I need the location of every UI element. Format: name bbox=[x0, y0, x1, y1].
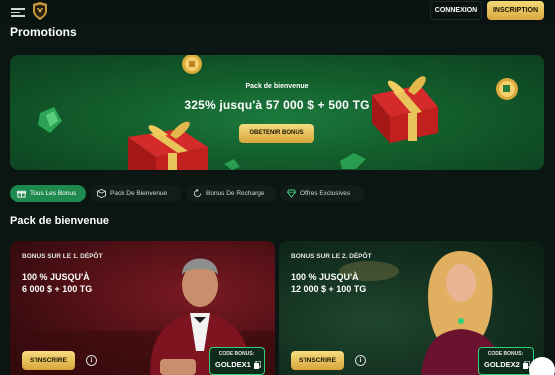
get-bonus-button[interactable]: OBETENIR BONUS bbox=[239, 124, 314, 143]
bonus-code-value: GOLDEX2 bbox=[484, 360, 520, 369]
package-icon bbox=[97, 189, 106, 198]
section-title: Pack de bienvenue bbox=[10, 215, 110, 227]
card-subtitle: BONUS SUR LE 1. DÉPÔT bbox=[22, 253, 103, 260]
bonus-code-box[interactable]: CODE BONUS: GOLDEX2 bbox=[478, 347, 534, 375]
tab-label: Offres Exclusives bbox=[300, 190, 351, 197]
login-button[interactable]: CONNEXION bbox=[430, 1, 482, 20]
info-icon[interactable]: i bbox=[355, 355, 366, 366]
info-icon[interactable]: i bbox=[86, 355, 97, 366]
signup-button[interactable]: S'INSCRIRE bbox=[22, 351, 75, 370]
top-bar: CONNEXION INSCRIPTION bbox=[0, 0, 555, 24]
tab-label: Pack De Bienvenue bbox=[110, 190, 168, 197]
bonus-code-label: CODE BONUS: bbox=[487, 351, 524, 357]
card-title-line1: 100 % JUSQU'À bbox=[22, 272, 90, 282]
card-title-line2: 6 000 $ + 100 TG bbox=[22, 284, 93, 294]
hero-title: 325% jusqu'à 57 000 $ + 500 TG bbox=[184, 98, 370, 112]
signup-button[interactable]: INSCRIPTION bbox=[487, 1, 544, 20]
page-title: Promotions bbox=[10, 25, 77, 39]
logo-icon[interactable] bbox=[32, 2, 48, 20]
gift-icon bbox=[128, 121, 208, 170]
card-title-line1: 100 % JUSQU'À bbox=[291, 272, 359, 282]
copy-icon[interactable] bbox=[254, 361, 261, 369]
bonus-code-label: CODE BONUS: bbox=[218, 351, 255, 357]
card-subtitle: BONUS SUR LE 2. DÉPÔT bbox=[291, 253, 372, 260]
bonus-card-deposit-1: BONUS SUR LE 1. DÉPÔT 100 % JUSQU'À 6 00… bbox=[10, 241, 275, 375]
bonus-code-box[interactable]: CODE BONUS: GOLDEX1 bbox=[209, 347, 265, 375]
hero-banner: Pack de bienvenue 325% jusqu'à 57 000 $ … bbox=[10, 55, 544, 170]
tab-label: Bonus De Recharge bbox=[206, 190, 265, 197]
gift-icon bbox=[17, 190, 26, 198]
hero-decoration bbox=[38, 55, 518, 170]
bonus-code-value: GOLDEX1 bbox=[215, 360, 251, 369]
tab-welcome-pack[interactable]: Pack De Bienvenue bbox=[90, 185, 182, 202]
card-title-line2: 12 000 $ + 100 TG bbox=[291, 284, 367, 294]
tab-label: Tous Les Bonus bbox=[30, 190, 77, 197]
hero-subtitle: Pack de bienvenue bbox=[245, 83, 309, 90]
chat-support-button[interactable] bbox=[529, 357, 555, 375]
diamond-icon bbox=[287, 189, 296, 198]
tab-reload-bonus[interactable]: Bonus De Recharge bbox=[186, 185, 276, 202]
refresh-icon bbox=[193, 189, 202, 198]
tab-exclusive-offers[interactable]: Offres Exclusives bbox=[280, 185, 364, 202]
bonus-card-deposit-2: BONUS SUR LE 2. DÉPÔT 100 % JUSQU'À 12 0… bbox=[279, 241, 544, 375]
signup-button[interactable]: S'INSCRIRE bbox=[291, 351, 344, 370]
menu-icon[interactable] bbox=[11, 6, 25, 18]
coin-icon bbox=[182, 55, 202, 74]
tab-all-bonus[interactable]: Tous Les Bonus bbox=[10, 185, 86, 202]
